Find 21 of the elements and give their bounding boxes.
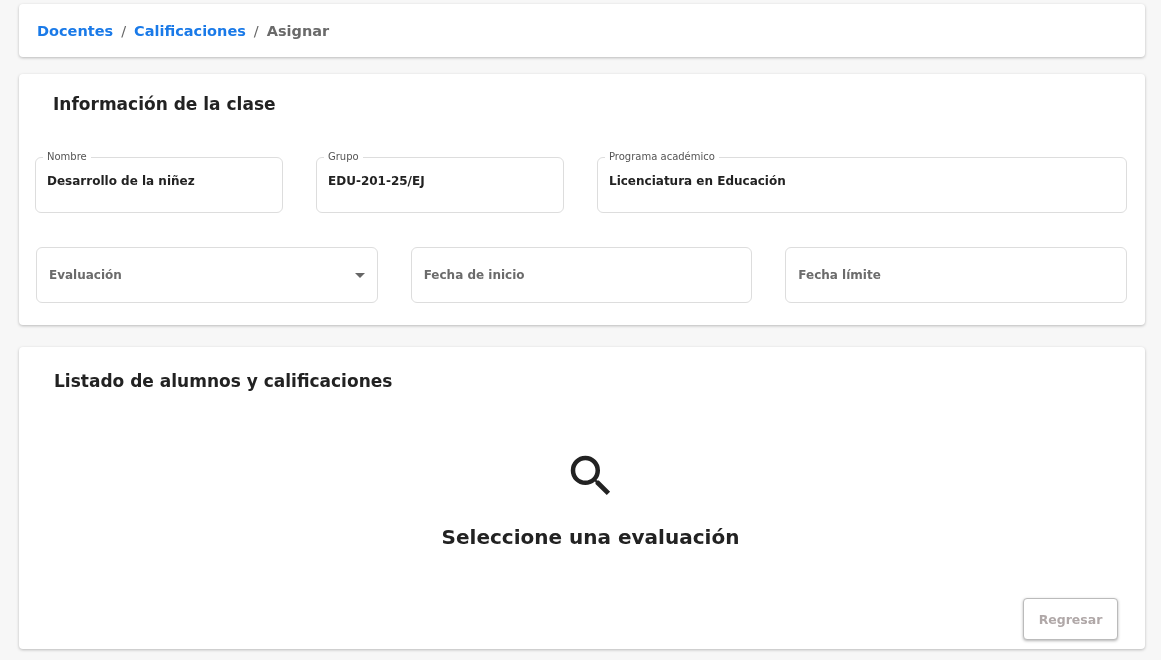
breadcrumb-link[interactable]: Docentes [37, 22, 114, 39]
section-title: Listado de alumnos y calificaciones [54, 371, 394, 391]
breadcrumb-separator: / [253, 22, 259, 39]
section-title: Información de la clase [52, 93, 277, 116]
field-label: Programa académico [608, 151, 716, 163]
breadcrumb-separator: / [121, 22, 127, 39]
date-field[interactable]: Fecha límite [785, 247, 1127, 303]
breadcrumb-current: Asignar [266, 22, 330, 39]
readonly-field[interactable]: Nombre Desarrollo de la niñez [35, 151, 283, 213]
evaluation-select[interactable]: Evaluación [36, 247, 378, 303]
dropdown-caret-icon [354, 272, 365, 278]
field-label: Nombre [46, 151, 88, 163]
field-label: Grupo [327, 151, 360, 163]
breadcrumb-link[interactable]: Calificaciones [134, 22, 246, 39]
date-field[interactable]: Fecha de inicio [410, 247, 753, 303]
readonly-field[interactable]: Grupo EDU-201-25/EJ [316, 151, 564, 213]
empty-state-message: Seleccione una evaluación [441, 525, 740, 549]
field-value: Licenciatura en Educación [609, 174, 786, 188]
field-value: Desarrollo de la niñez [47, 174, 195, 188]
field-value: EDU-201-25/EJ [328, 174, 425, 188]
readonly-field[interactable]: Programa académico Licenciatura en Educación [597, 151, 1127, 213]
